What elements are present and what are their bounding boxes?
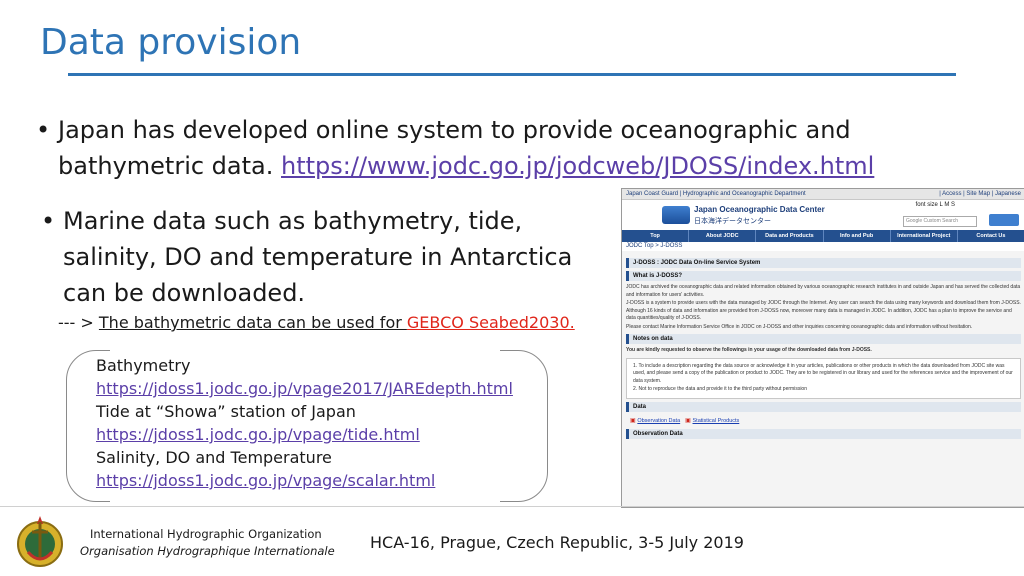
site-body: J-DOSS : JODC Data On-line Service Syste… — [622, 251, 1024, 446]
data-heading: Data — [626, 401, 1021, 412]
bathymetry-link[interactable]: https://jdoss1.jodc.go.jp/vpage2017/JARE… — [96, 379, 513, 398]
observation-data-link[interactable]: Observation Data — [637, 418, 680, 424]
org-name-fr: Organisation Hydrographique Internationa… — [80, 544, 335, 558]
bathymetry-label: Bathymetry — [96, 356, 191, 375]
doc-icon: ▣ — [685, 417, 691, 424]
site-topbar: Japan Coast Guard | Hydrographic and Oce… — [622, 189, 1024, 200]
nav-top[interactable]: Top — [622, 230, 690, 242]
what-heading: What is J-DOSS? — [626, 271, 1021, 281]
gebco-note: --- > The bathymetric data can be used f… — [58, 313, 575, 332]
site-topbar-left[interactable]: Japan Coast Guard | Hydrographic and Oce… — [626, 191, 806, 197]
scalar-label: Salinity, DO and Temperature — [96, 448, 332, 467]
bullet-marine-text: Marine data such as bathymetry, tide, sa… — [63, 207, 573, 307]
font-size-control[interactable]: font size L M S — [916, 202, 955, 208]
site-topbar-right[interactable]: | Access | Site Map | Japanese — [939, 191, 1021, 197]
site-page-heading: J-DOSS : JODC Data On-line Service Syste… — [626, 258, 1021, 268]
bullet-jdoss: • Japan has developed online system to p… — [36, 112, 928, 184]
bullet-dot: • — [41, 207, 56, 235]
tide-label: Tide at “Showa” station of Japan — [96, 402, 356, 421]
data-links-list: Bathymetry https://jdoss1.jodc.go.jp/vpa… — [96, 354, 513, 492]
gebco-highlight: GEBCO Seabed2030. — [406, 313, 575, 332]
nav-contact[interactable]: Contact Us — [958, 230, 1024, 242]
doc-icon: ▣ — [630, 417, 636, 424]
site-name: Japan Oceanographic Data Center — [694, 205, 825, 214]
what-p1: JODC has archived the oceanographic data… — [626, 284, 1021, 298]
notes-intro: You are kindly requested to observe the … — [626, 347, 872, 353]
nav-about[interactable]: About JODC — [689, 230, 757, 242]
site-header: Japan Oceanographic Data Center 日本海洋データセ… — [622, 200, 1024, 230]
notes-heading: Notes on data — [626, 334, 1021, 344]
footer-divider — [0, 506, 1024, 507]
nav-info-pub[interactable]: Info and Pub — [824, 230, 891, 242]
jdoss-link[interactable]: https://www.jodc.go.jp/jodcweb/JDOSS/ind… — [281, 152, 874, 180]
tide-link[interactable]: https://jdoss1.jodc.go.jp/vpage/tide.htm… — [96, 425, 420, 444]
scalar-link[interactable]: https://jdoss1.jodc.go.jp/vpage/scalar.h… — [96, 471, 435, 490]
notes-item-2: 2. Not to reproduce the data and provide… — [633, 386, 807, 392]
jdoss-website-screenshot: Japan Coast Guard | Hydrographic and Oce… — [621, 188, 1024, 508]
nav-international[interactable]: International Project — [891, 230, 958, 242]
site-breadcrumb[interactable]: JODC Top > J-DOSS — [622, 242, 1024, 251]
org-name-en: International Hydrographic Organization — [90, 527, 322, 541]
site-nav: Top About JODC Data and Products Info an… — [622, 230, 1024, 242]
gebco-note-text: The bathymetric data can be used for — [98, 313, 407, 332]
bullet-dot: • — [36, 116, 51, 144]
arrow-prefix: --- > — [58, 313, 99, 332]
notes-box: 1. To include a description regarding th… — [626, 357, 1021, 399]
title-underline — [68, 73, 956, 76]
data-links: ▣ Observation Data ▣ Statistical Product… — [626, 415, 1021, 426]
jodc-logo-icon — [662, 206, 690, 224]
site-name-jp: 日本海洋データセンター — [694, 218, 771, 225]
observation-data-heading: Observation Data — [626, 428, 1021, 439]
notes-item-1: 1. To include a description regarding th… — [633, 362, 1013, 384]
what-p3: Please contact Marine Information Servic… — [626, 323, 973, 330]
slide-title: Data provision — [40, 22, 302, 63]
iho-emblem-icon — [17, 516, 63, 567]
nav-data-products[interactable]: Data and Products — [756, 230, 824, 242]
conference-label: HCA-16, Prague, Czech Republic, 3-5 July… — [370, 533, 744, 552]
statistical-products-link[interactable]: Statistical Products — [693, 418, 740, 424]
site-search-input[interactable]: Google Custom Search — [903, 216, 977, 227]
bullet-marine-data: • Marine data such as bathymetry, tide, … — [41, 203, 623, 311]
what-p2: J-DOSS is a system to provide users with… — [626, 300, 1021, 321]
search-button[interactable] — [989, 214, 1019, 226]
